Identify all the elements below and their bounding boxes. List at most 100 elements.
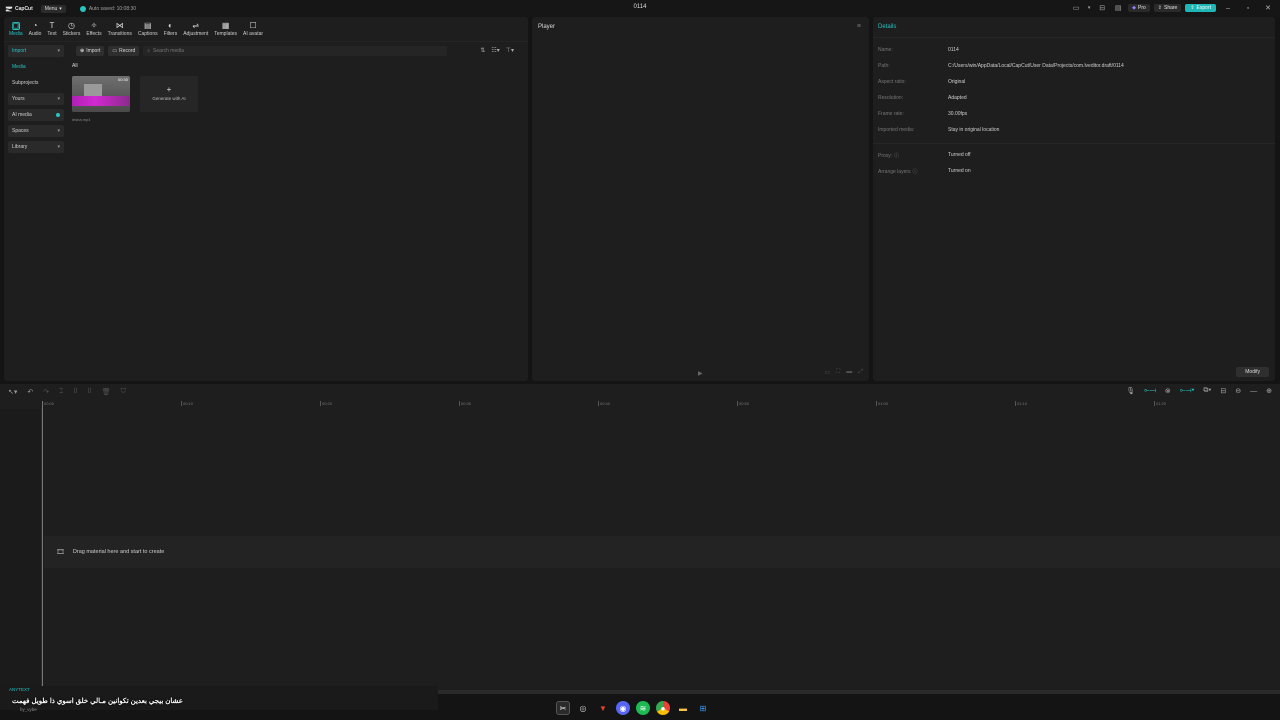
detail-row-arrange-layers: Arrange layers ⓘ Turned on xyxy=(878,168,971,175)
fullscreen-icon[interactable]: ⤢ xyxy=(858,369,863,376)
close-icon[interactable]: ✕ xyxy=(1260,4,1276,12)
chevron-down-icon: ▾ xyxy=(59,5,62,12)
tab-templates[interactable]: ▦ Templates xyxy=(211,19,240,39)
tab-text[interactable]: T Text xyxy=(44,19,59,39)
zoom-out-icon[interactable]: ⊖ xyxy=(1235,387,1241,395)
menu-icon[interactable]: ≡ xyxy=(857,23,861,30)
timeline-ruler[interactable]: 00:00 00:10 00:20 00:30 00:40 00:50 01:0… xyxy=(42,401,1280,409)
maximize-icon[interactable]: ▫ xyxy=(1240,5,1256,12)
minimize-icon[interactable]: – xyxy=(1220,5,1236,12)
modify-button[interactable]: Modify xyxy=(1236,367,1269,377)
sidebar-item-ai-media[interactable]: AI media xyxy=(8,109,64,121)
tab-adjustment[interactable]: ⇌ Adjustment xyxy=(180,19,211,39)
tab-label: Media xyxy=(9,30,23,37)
caption-icon[interactable]: ▤ xyxy=(1112,2,1124,14)
tab-label: Audio xyxy=(28,30,42,37)
pro-button[interactable]: ◆ Pro xyxy=(1128,4,1150,12)
tab-filters[interactable]: ◐ Filters xyxy=(161,19,181,39)
file-explorer-taskbar-icon[interactable]: ▬ xyxy=(676,701,690,715)
split-right-icon[interactable]: ⌷ xyxy=(88,388,92,396)
sidebar-item-label: Media xyxy=(12,64,26,70)
share-button[interactable]: ⇪ Share xyxy=(1153,4,1182,12)
menu-button[interactable]: Menu ▾ xyxy=(40,4,66,13)
windows-start-icon[interactable]: ⊞ xyxy=(696,701,710,715)
microphone-icon[interactable]: 🎙 xyxy=(1126,387,1135,395)
sort-icon[interactable]: ⇅ xyxy=(480,47,485,54)
sidebar-item-label: AI media xyxy=(12,112,32,118)
sidebar-item-yours[interactable]: Yours ▾ xyxy=(8,93,64,105)
undo-icon[interactable]: ↶ xyxy=(27,388,33,396)
auto-snap-icon[interactable]: ⟜⟞▾ xyxy=(1180,387,1195,395)
media-clip-card[interactable]: 00:30 xyxy=(72,76,130,112)
capcut-taskbar-icon[interactable]: ✂ xyxy=(556,701,570,715)
ruler-tick: 01:10 xyxy=(1015,401,1027,406)
tab-audio[interactable]: ◔ Audio xyxy=(26,19,45,39)
sidebar-item-library[interactable]: Library ▾ xyxy=(8,141,64,153)
sidebar-item-subprojects[interactable]: Subprojects xyxy=(8,77,64,89)
export-button[interactable]: ⇧ Export xyxy=(1185,4,1216,12)
obs-taskbar-icon[interactable]: ◎ xyxy=(576,701,590,715)
sidebar-item-media[interactable]: Media xyxy=(8,61,64,73)
generate-with-ai-card[interactable]: + Generate with AI xyxy=(140,76,198,112)
snapshot-icon[interactable]: ▭ xyxy=(824,369,830,376)
import-button[interactable]: ⊕ Import xyxy=(76,45,105,56)
timeline-panel: ↖▾ ↶ ↷ ⌶ ⌷ ⌷ 🗑 ⛉ 🎙 ⟜⟞ ⊗ ⟜⟞▾ ⧉▾ ⊟ ⊖ — ⊕ 0… xyxy=(0,384,1280,690)
sidebar-item-label: Subprojects xyxy=(12,80,39,86)
stickers-icon: ◷ xyxy=(67,21,75,30)
spotify-taskbar-icon[interactable]: ≋ xyxy=(636,701,650,715)
ratio-icon[interactable]: ▬ xyxy=(846,369,852,376)
layout-icon[interactable]: ▭ xyxy=(1070,2,1082,14)
tab-ai-avatar[interactable]: ☐ AI avatar xyxy=(240,19,266,39)
crop-icon[interactable]: ⛶ xyxy=(836,369,840,376)
filter-all[interactable]: All xyxy=(72,63,78,69)
tab-label: AI avatar xyxy=(243,30,264,37)
main-track-magnet-icon[interactable]: ⟜⟞ xyxy=(1144,387,1156,395)
info-icon[interactable]: ⓘ xyxy=(894,152,899,159)
filters-icon: ◐ xyxy=(167,21,173,30)
share-label: Share xyxy=(1164,5,1178,11)
select-tool-icon[interactable]: ↖▾ xyxy=(8,388,17,396)
tab-label: Effects xyxy=(86,30,102,37)
split-icon[interactable]: ⌶ xyxy=(59,388,63,396)
chevron-down-icon[interactable]: ▾ xyxy=(1086,2,1092,14)
tab-effects[interactable]: ✧ Effects xyxy=(83,19,104,39)
clip-thumbnail-highlight xyxy=(72,96,130,106)
record-button[interactable]: ▭ Record xyxy=(108,45,140,56)
ruler-tick: 01:00 xyxy=(876,401,888,406)
sidebar-item-import[interactable]: Import ▾ xyxy=(8,45,64,57)
divider xyxy=(873,37,1275,38)
play-icon[interactable]: ▶ xyxy=(698,370,703,377)
info-icon[interactable]: ⓘ xyxy=(913,168,918,175)
shield-icon[interactable]: ⛉ xyxy=(121,388,126,396)
zoom-in-icon[interactable]: ⊕ xyxy=(1266,387,1272,395)
filter-icon[interactable]: ⊤▾ xyxy=(506,47,514,54)
fit-icon[interactable]: ⊟ xyxy=(1220,387,1226,395)
detail-key: Arrange layers xyxy=(878,168,911,175)
search-input[interactable]: ⌕ Search media xyxy=(143,45,448,56)
shortcut-icon[interactable]: ⊟ xyxy=(1096,2,1108,14)
zoom-slider[interactable]: — xyxy=(1250,388,1257,395)
sidebar-item-spaces[interactable]: Spaces ▾ xyxy=(8,125,64,137)
playhead[interactable] xyxy=(42,401,43,690)
player-controls: ▶ ▭ ⛶ ▬ ⤢ xyxy=(532,365,869,381)
film-icon: 🎞 xyxy=(56,549,65,556)
main-track-drop-zone[interactable]: 🎞 Drag material here and start to create xyxy=(44,536,1280,568)
timeline-horizontal-scrollbar[interactable] xyxy=(438,690,1280,694)
chrome-taskbar-icon[interactable]: ● xyxy=(656,701,670,715)
detail-row-resolution: Resolution: Adapted xyxy=(878,95,967,101)
view-icon[interactable]: ☷▾ xyxy=(491,47,499,54)
brave-taskbar-icon[interactable]: ▼ xyxy=(596,701,610,715)
linkage-icon[interactable]: ⊗ xyxy=(1165,387,1171,395)
tab-transitions[interactable]: ⋈ Transitions xyxy=(105,19,135,39)
preview-axis-icon[interactable]: ⧉▾ xyxy=(1203,387,1211,395)
autosave-text: Auto saved: 10:08:30 xyxy=(88,5,137,12)
delete-icon[interactable]: 🗑 xyxy=(102,388,111,396)
ruler-tick: 00:00 xyxy=(42,401,54,406)
tool-tabs: ▣ Media ◔ Audio T Text ◷ Stickers ✧ Effe… xyxy=(6,19,266,39)
tab-stickers[interactable]: ◷ Stickers xyxy=(60,19,84,39)
split-left-icon[interactable]: ⌷ xyxy=(73,388,77,396)
redo-icon[interactable]: ↷ xyxy=(43,388,49,396)
tab-media[interactable]: ▣ Media xyxy=(6,19,26,39)
discord-taskbar-icon[interactable]: ◉ xyxy=(616,701,630,715)
tab-captions[interactable]: ▤ Captions xyxy=(135,19,161,39)
